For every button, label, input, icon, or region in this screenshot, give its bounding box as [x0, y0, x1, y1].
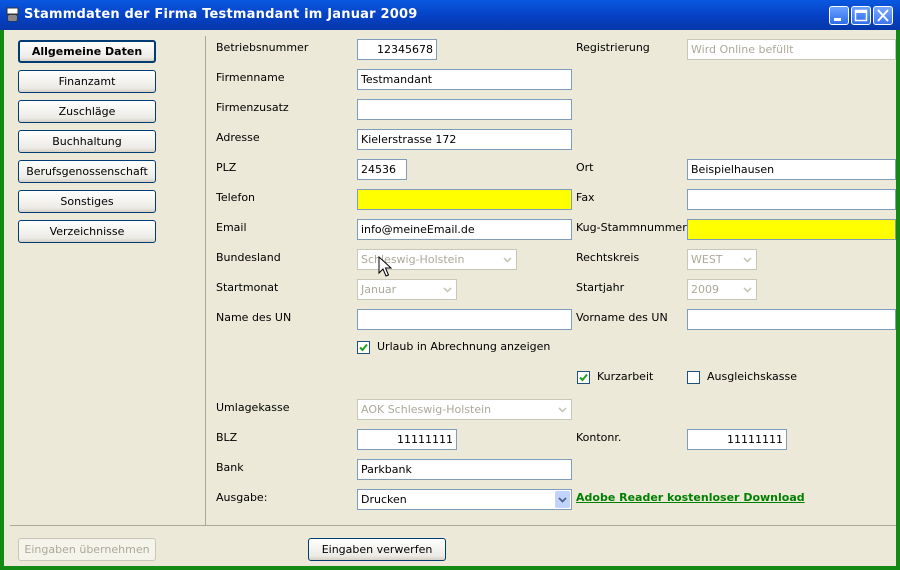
firmenzusatz-field[interactable] — [357, 99, 572, 120]
bank-field[interactable]: Parkbank — [357, 459, 572, 480]
label-registrierung: Registrierung — [576, 41, 650, 54]
close-button[interactable] — [873, 6, 893, 25]
ort-field[interactable]: Beispielhausen — [687, 159, 896, 180]
startjahr-value: 2009 — [691, 283, 719, 296]
minimize-button[interactable] — [829, 6, 849, 25]
apply-button[interactable]: Eingaben übernehmen — [18, 538, 156, 561]
telefon-field[interactable] — [357, 189, 572, 210]
name-un-field[interactable] — [357, 309, 572, 330]
email-field[interactable]: info@meineEmail.de — [357, 219, 572, 240]
chevron-down-icon — [743, 257, 752, 263]
chevron-down-icon — [503, 257, 512, 263]
ausgleichskasse-label[interactable]: Ausgleichskasse — [707, 370, 797, 383]
startmonat-value: Januar — [361, 283, 397, 296]
nav-finanzamt[interactable]: Finanzamt — [18, 70, 156, 93]
label-vorname-un: Vorname des UN — [576, 311, 668, 324]
mouse-pointer-icon — [378, 256, 392, 277]
label-plz: PLZ — [216, 161, 237, 174]
registrierung-field: Wird Online befüllt — [687, 39, 896, 60]
rechtskreis-value: WEST — [691, 253, 723, 266]
umlagekasse-select: AOK Schleswig-Holstein — [357, 399, 572, 420]
checkmark-icon — [359, 343, 368, 352]
label-ausgabe: Ausgabe: — [216, 491, 268, 504]
blz-field[interactable]: 11111111 — [357, 429, 457, 450]
startjahr-select: 2009 — [687, 279, 757, 300]
nav-allgemeine-daten[interactable]: Allgemeine Daten — [18, 40, 156, 63]
footer-divider — [10, 525, 896, 526]
nav-zuschlaege[interactable]: Zuschläge — [18, 100, 156, 123]
chevron-down-icon[interactable] — [555, 491, 570, 508]
plz-field[interactable]: 24536 — [357, 159, 407, 180]
nav-sonstiges[interactable]: Sonstiges — [18, 190, 156, 213]
label-bundesland: Bundesland — [216, 251, 281, 264]
startmonat-select: Januar — [357, 279, 457, 300]
label-email: Email — [216, 221, 247, 234]
label-firmenzusatz: Firmenzusatz — [216, 101, 289, 114]
kurzarbeit-label[interactable]: Kurzarbeit — [597, 370, 653, 383]
label-adresse: Adresse — [216, 131, 260, 144]
nav-berufsgenossenschaft[interactable]: Berufsgenossenschaft — [18, 160, 156, 183]
checkmark-icon — [579, 373, 588, 382]
label-telefon: Telefon — [216, 191, 256, 204]
urlaub-checkbox[interactable] — [357, 341, 370, 354]
client-area: Allgemeine Daten Finanzamt Zuschläge Buc… — [4, 30, 896, 566]
chevron-down-icon — [558, 407, 567, 413]
chevron-down-icon — [443, 287, 452, 293]
label-name-un: Name des UN — [216, 311, 292, 324]
app-icon — [6, 7, 19, 22]
nav-buchhaltung[interactable]: Buchhaltung — [18, 130, 156, 153]
label-blz: BLZ — [216, 431, 238, 444]
label-kontonr: Kontonr. — [576, 431, 622, 444]
adresse-field[interactable]: Kielerstrasse 172 — [357, 129, 572, 150]
ausgabe-value: Drucken — [361, 493, 407, 506]
kontonr-field[interactable]: 11111111 — [687, 429, 787, 450]
kug-stammnummer-field[interactable] — [687, 219, 896, 240]
discard-button[interactable]: Eingaben verwerfen — [308, 538, 446, 561]
label-startjahr: Startjahr — [576, 281, 625, 294]
rechtskreis-select: WEST — [687, 249, 757, 270]
bundesland-value: Schleswig-Holstein — [361, 253, 465, 266]
minimize-icon — [834, 18, 841, 21]
chevron-down-icon — [743, 287, 752, 293]
main-window: Stammdaten der Firma Testmandant im Janu… — [0, 0, 900, 570]
label-betriebsnummer: Betriebsnummer — [216, 41, 309, 54]
close-icon — [877, 9, 889, 22]
sidebar-divider — [205, 36, 206, 526]
fax-field[interactable] — [687, 189, 896, 210]
label-firmenname: Firmenname — [216, 71, 285, 84]
maximize-icon — [854, 9, 868, 22]
maximize-button[interactable] — [851, 6, 871, 25]
label-kug-stammnummer: Kug-Stammnummer — [576, 221, 687, 234]
label-fax: Fax — [576, 191, 595, 204]
firmenname-field[interactable]: Testmandant — [357, 69, 572, 90]
adobe-reader-link[interactable]: Adobe Reader kostenloser Download — [576, 491, 805, 504]
title-bar[interactable]: Stammdaten der Firma Testmandant im Janu… — [0, 0, 900, 30]
urlaub-label[interactable]: Urlaub in Abrechnung anzeigen — [377, 340, 550, 353]
label-umlagekasse: Umlagekasse — [216, 401, 290, 414]
ausgleichskasse-checkbox[interactable] — [687, 371, 700, 384]
label-rechtskreis: Rechtskreis — [576, 251, 640, 264]
kurzarbeit-checkbox[interactable] — [577, 371, 590, 384]
ausgabe-select[interactable]: Drucken — [357, 489, 572, 510]
window-title: Stammdaten der Firma Testmandant im Janu… — [24, 7, 418, 22]
label-startmonat: Startmonat — [216, 281, 279, 294]
label-ort: Ort — [576, 161, 594, 174]
label-bank: Bank — [216, 461, 244, 474]
nav-verzeichnisse[interactable]: Verzeichnisse — [18, 220, 156, 243]
umlagekasse-value: AOK Schleswig-Holstein — [361, 403, 492, 416]
betriebsnummer-field[interactable]: 12345678 — [357, 39, 437, 60]
vorname-un-field[interactable] — [687, 309, 896, 330]
